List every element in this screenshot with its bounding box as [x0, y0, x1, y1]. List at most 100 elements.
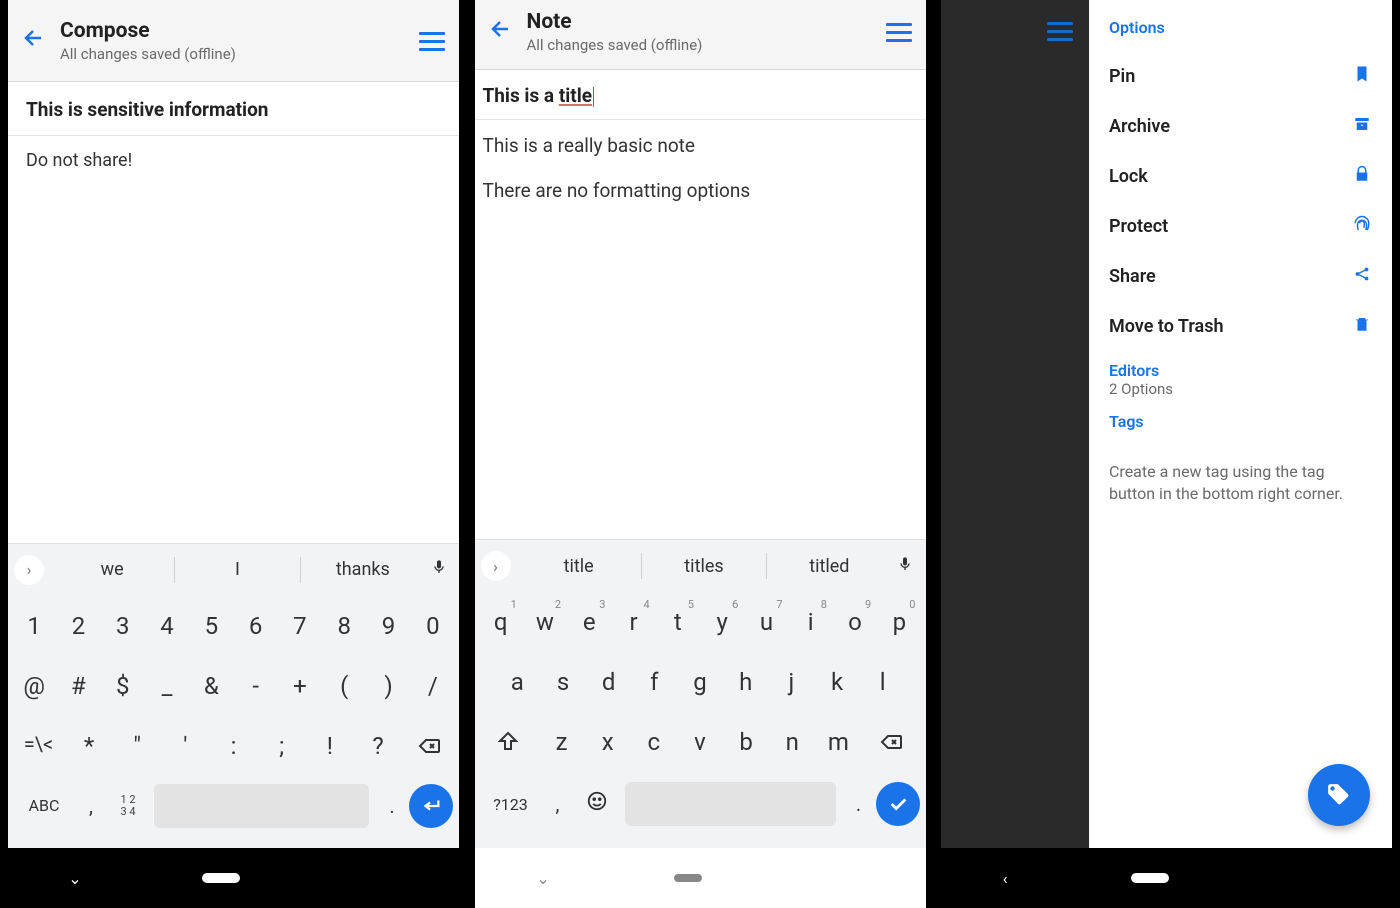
- nav-home-icon[interactable]: [674, 874, 702, 882]
- back-arrow-icon[interactable]: [489, 17, 513, 48]
- key-6[interactable]: 6: [233, 602, 277, 650]
- tags-section-header[interactable]: Tags: [1109, 412, 1372, 431]
- suggestion-item[interactable]: titles: [642, 550, 766, 583]
- key-$[interactable]: $: [101, 662, 145, 710]
- key-![interactable]: !: [306, 722, 354, 770]
- key-@[interactable]: @: [12, 662, 56, 710]
- suggestion-item[interactable]: I: [175, 553, 299, 586]
- dimmed-backdrop[interactable]: [941, 0, 1089, 848]
- key-_[interactable]: _: [145, 662, 189, 710]
- suggestion-item[interactable]: thanks: [301, 553, 425, 586]
- key-o[interactable]: o9: [833, 598, 877, 646]
- key-l[interactable]: l: [860, 658, 906, 706]
- key-p[interactable]: p0: [877, 598, 921, 646]
- key-&[interactable]: &: [189, 662, 233, 710]
- menu-icon[interactable]: [1047, 22, 1073, 41]
- key-backspace[interactable]: [862, 718, 922, 766]
- key-mode-toggle[interactable]: ABC: [14, 784, 74, 827]
- key-symbols[interactable]: =\<: [12, 722, 65, 770]
- option-lock[interactable]: Lock: [1109, 151, 1372, 201]
- note-body-field[interactable]: This is a really basic note There are no…: [475, 120, 926, 539]
- key-"[interactable]: ": [113, 722, 161, 770]
- key-d[interactable]: d: [586, 658, 632, 706]
- nav-back-icon[interactable]: ⌄: [536, 869, 549, 888]
- suggestion-item[interactable]: title: [517, 550, 641, 583]
- option-protect[interactable]: Protect: [1109, 201, 1372, 251]
- note-title-field[interactable]: This is a title: [475, 70, 926, 120]
- mic-icon[interactable]: [891, 554, 919, 579]
- key-/[interactable]: /: [411, 662, 455, 710]
- nav-back-icon[interactable]: ‹: [1003, 869, 1008, 888]
- nav-back-icon[interactable]: ⌄: [68, 869, 81, 888]
- key-)[interactable]: ): [366, 662, 410, 710]
- key-?[interactable]: ?: [354, 722, 402, 770]
- key-shift[interactable]: [479, 718, 539, 766]
- key-2[interactable]: 2: [56, 602, 100, 650]
- key-9[interactable]: 9: [366, 602, 410, 650]
- key-w[interactable]: w2: [523, 598, 567, 646]
- key-period[interactable]: .: [842, 780, 876, 828]
- option-share[interactable]: Share: [1109, 251, 1372, 301]
- expand-suggestions-icon[interactable]: ›: [481, 551, 511, 581]
- key-s[interactable]: s: [540, 658, 586, 706]
- key-0[interactable]: 0: [411, 602, 455, 650]
- key-h[interactable]: h: [723, 658, 769, 706]
- nav-home-icon[interactable]: [1131, 873, 1169, 883]
- key-numpad[interactable]: 1 2 3 4: [108, 782, 148, 830]
- key-a[interactable]: a: [495, 658, 541, 706]
- key-1[interactable]: 1: [12, 602, 56, 650]
- suggestion-item[interactable]: titled: [767, 550, 891, 583]
- key-u[interactable]: u7: [744, 598, 788, 646]
- key-e[interactable]: e3: [567, 598, 611, 646]
- key-*[interactable]: *: [65, 722, 113, 770]
- key-done[interactable]: [876, 782, 920, 826]
- key-v[interactable]: v: [677, 718, 723, 766]
- key-:[interactable]: :: [209, 722, 257, 770]
- key--[interactable]: -: [233, 662, 277, 710]
- key-enter[interactable]: [409, 784, 453, 828]
- editors-section-header[interactable]: Editors: [1109, 361, 1372, 380]
- key-5[interactable]: 5: [189, 602, 233, 650]
- key-3[interactable]: 3: [101, 602, 145, 650]
- key-i[interactable]: i8: [789, 598, 833, 646]
- key-b[interactable]: b: [723, 718, 769, 766]
- mic-icon[interactable]: [425, 557, 453, 582]
- key-([interactable]: (: [322, 662, 366, 710]
- key-'[interactable]: ': [161, 722, 209, 770]
- key-8[interactable]: 8: [322, 602, 366, 650]
- key-+[interactable]: +: [278, 662, 322, 710]
- key-q[interactable]: q1: [479, 598, 523, 646]
- key-x[interactable]: x: [585, 718, 631, 766]
- key-g[interactable]: g: [677, 658, 723, 706]
- add-tag-fab[interactable]: [1308, 764, 1370, 826]
- key-t[interactable]: t5: [656, 598, 700, 646]
- key-n[interactable]: n: [769, 718, 815, 766]
- nav-home-icon[interactable]: [202, 873, 240, 883]
- key-z[interactable]: z: [538, 718, 584, 766]
- menu-icon[interactable]: [886, 23, 912, 42]
- key-emoji[interactable]: [575, 778, 619, 830]
- key-j[interactable]: j: [769, 658, 815, 706]
- key-;[interactable]: ;: [258, 722, 306, 770]
- key-f[interactable]: f: [632, 658, 678, 706]
- key-mode-toggle[interactable]: ?123: [481, 783, 541, 826]
- suggestion-item[interactable]: we: [50, 553, 174, 586]
- key-r[interactable]: r4: [611, 598, 655, 646]
- key-backspace[interactable]: [402, 722, 455, 770]
- key-period[interactable]: .: [375, 782, 409, 830]
- option-move-to-trash[interactable]: Move to Trash: [1109, 301, 1372, 351]
- key-y[interactable]: y6: [700, 598, 744, 646]
- key-space[interactable]: [154, 784, 369, 828]
- key-m[interactable]: m: [815, 718, 861, 766]
- key-4[interactable]: 4: [145, 602, 189, 650]
- key-space[interactable]: [625, 782, 836, 826]
- key-comma[interactable]: ,: [541, 780, 575, 828]
- back-arrow-icon[interactable]: [22, 26, 46, 57]
- option-archive[interactable]: Archive: [1109, 101, 1372, 151]
- key-comma[interactable]: ,: [74, 782, 108, 830]
- option-pin[interactable]: Pin: [1109, 51, 1372, 101]
- note-body-field[interactable]: Do not share!: [8, 136, 459, 543]
- expand-suggestions-icon[interactable]: ›: [14, 555, 44, 585]
- key-k[interactable]: k: [814, 658, 860, 706]
- key-#[interactable]: #: [56, 662, 100, 710]
